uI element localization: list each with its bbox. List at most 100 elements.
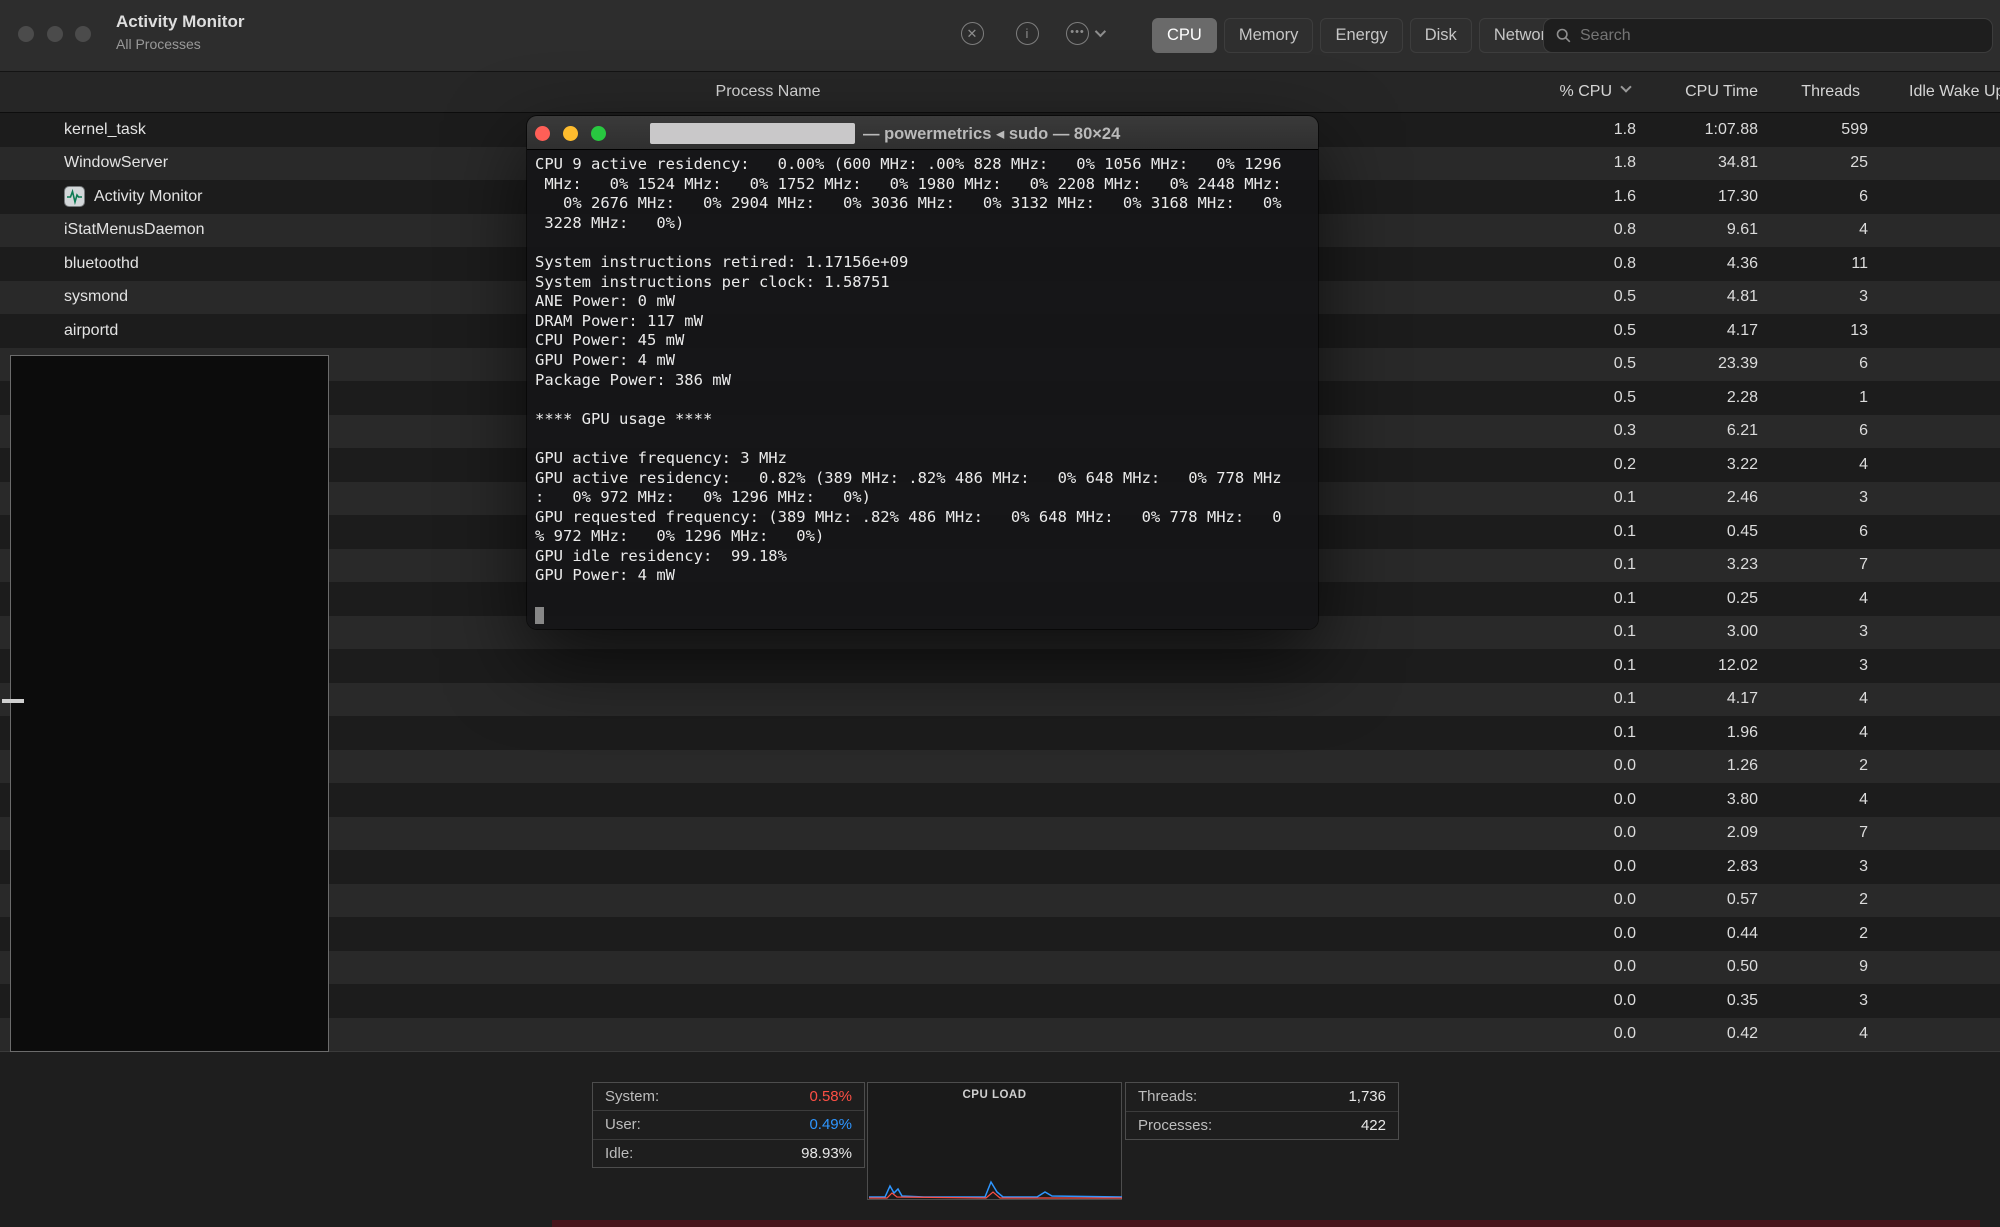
idle-stat-row: Idle: 98.93%	[593, 1140, 864, 1167]
background-window-edge	[552, 1220, 1980, 1227]
threads-value: 6	[1758, 188, 1868, 206]
cpu-value: 0.0	[1400, 925, 1636, 943]
minimize-button[interactable]	[47, 26, 63, 42]
cpu-time-value: 3.22	[1636, 456, 1758, 474]
cpu-time-value: 2.46	[1636, 489, 1758, 507]
chevron-down-icon	[1095, 26, 1106, 37]
threads-value: 1,736	[1348, 1088, 1386, 1105]
redacted-window-title	[650, 123, 855, 144]
window-subtitle: All Processes	[116, 36, 244, 52]
search-field[interactable]	[1543, 18, 1993, 53]
cpu-time-value: 3.00	[1636, 623, 1758, 641]
cpu-value: 0.5	[1400, 389, 1636, 407]
column-header-threads[interactable]: Threads	[1801, 83, 1860, 101]
table-header: Process Name % CPU CPU Time Threads Idle…	[0, 72, 2000, 113]
threads-value: 1	[1758, 389, 1868, 407]
threads-value: 9	[1758, 958, 1868, 976]
threads-value: 599	[1758, 121, 1868, 139]
terminal-titlebar[interactable]: — powermetrics ◂ sudo — 80×24	[527, 116, 1318, 150]
close-button[interactable]	[535, 126, 550, 141]
threads-value: 2	[1758, 891, 1868, 909]
cpu-value: 0.1	[1400, 724, 1636, 742]
column-header-cpu[interactable]: % CPU	[1560, 83, 1612, 101]
cpu-value: 0.0	[1400, 858, 1636, 876]
cpu-time-value: 1:07.88	[1636, 121, 1758, 139]
cpu-value: 0.5	[1400, 288, 1636, 306]
cpu-value: 0.8	[1400, 221, 1636, 239]
user-stat-row: User: 0.49%	[593, 1111, 864, 1139]
cpu-time-value: 2.28	[1636, 389, 1758, 407]
threads-value: 3	[1758, 657, 1868, 675]
tab-disk[interactable]: Disk	[1410, 18, 1472, 53]
threads-value: 3	[1758, 992, 1868, 1010]
cpu-time-value: 3.23	[1636, 556, 1758, 574]
cpu-value: 0.0	[1400, 1025, 1636, 1043]
cpu-time-value: 3.80	[1636, 791, 1758, 809]
cpu-load-graph	[869, 1104, 1122, 1199]
column-header-process-name[interactable]: Process Name	[716, 83, 821, 101]
minimize-button[interactable]	[563, 126, 578, 141]
tab-memory[interactable]: Memory	[1224, 18, 1314, 53]
page-title: Activity Monitor	[116, 12, 244, 32]
threads-value: 4	[1758, 690, 1868, 708]
system-stat-row: System: 0.58%	[593, 1083, 864, 1111]
zoom-button[interactable]	[591, 126, 606, 141]
threads-value: 4	[1758, 1025, 1868, 1043]
column-header-cpu-time[interactable]: CPU Time	[1685, 83, 1758, 101]
threads-value: 6	[1758, 422, 1868, 440]
cpu-value: 0.8	[1400, 255, 1636, 273]
threads-value: 11	[1758, 255, 1868, 273]
terminal-body: CPU 9 active residency: 0.00% (600 MHz: …	[527, 150, 1318, 625]
threads-value: 6	[1758, 355, 1868, 373]
quit-process-button[interactable]: ✕	[959, 20, 985, 46]
threads-value: 4	[1758, 724, 1868, 742]
cpu-time-value: 1.26	[1636, 757, 1758, 775]
system-label: System:	[605, 1088, 659, 1105]
column-header-idle-wake[interactable]: Idle Wake Up	[1909, 83, 2000, 101]
threads-value: 6	[1758, 523, 1868, 541]
redacted-process-names	[10, 355, 329, 1052]
redaction-mark	[2, 699, 24, 703]
cpu-value: 0.0	[1400, 791, 1636, 809]
cpu-load-graph-box: CPU LOAD	[867, 1082, 1122, 1200]
cpu-value: 0.1	[1400, 690, 1636, 708]
activity-monitor-titlebar[interactable]: Activity Monitor All Processes ✕ i ••• C…	[0, 0, 2000, 72]
threads-value: 3	[1758, 288, 1868, 306]
threads-value: 3	[1758, 858, 1868, 876]
idle-value: 98.93%	[801, 1145, 852, 1162]
screen: Activity Monitor All Processes ✕ i ••• C…	[0, 0, 2000, 1227]
search-input[interactable]	[1580, 27, 1940, 45]
search-icon	[1556, 28, 1571, 43]
cpu-value: 1.8	[1400, 154, 1636, 172]
cpu-value: 0.3	[1400, 422, 1636, 440]
quit-process-icon: ✕	[961, 22, 984, 45]
terminal-output: CPU 9 active residency: 0.00% (600 MHz: …	[535, 155, 1318, 625]
threads-value: 25	[1758, 154, 1868, 172]
cpu-time-value: 9.61	[1636, 221, 1758, 239]
cpu-time-value: 34.81	[1636, 154, 1758, 172]
cpu-value: 0.0	[1400, 891, 1636, 909]
sort-chevron-icon	[1620, 81, 1631, 92]
cpu-time-value: 12.02	[1636, 657, 1758, 675]
cpu-time-value: 17.30	[1636, 188, 1758, 206]
cpu-time-value: 0.44	[1636, 925, 1758, 943]
tab-energy[interactable]: Energy	[1320, 18, 1402, 53]
system-value: 0.58%	[809, 1088, 852, 1105]
tab-cpu[interactable]: CPU	[1152, 18, 1217, 53]
terminal-window: — powermetrics ◂ sudo — 80×24 CPU 9 acti…	[527, 116, 1318, 629]
cpu-value: 0.0	[1400, 757, 1636, 775]
threads-value: 4	[1758, 456, 1868, 474]
cpu-usage-stats-box: System: 0.58% User: 0.49% Idle: 98.93%	[592, 1082, 865, 1168]
threads-value: 4	[1758, 221, 1868, 239]
cpu-time-value: 0.57	[1636, 891, 1758, 909]
close-button[interactable]	[18, 26, 34, 42]
cpu-value: 0.1	[1400, 523, 1636, 541]
processes-label: Processes:	[1138, 1117, 1212, 1134]
cpu-value: 0.0	[1400, 824, 1636, 842]
more-options-button[interactable]: •••	[1066, 20, 1122, 46]
threads-processes-box: Threads: 1,736 Processes: 422	[1125, 1082, 1399, 1140]
inspect-process-button[interactable]: i	[1014, 20, 1040, 46]
zoom-button[interactable]	[75, 26, 91, 42]
cpu-value: 0.2	[1400, 456, 1636, 474]
cpu-time-value: 23.39	[1636, 355, 1758, 373]
